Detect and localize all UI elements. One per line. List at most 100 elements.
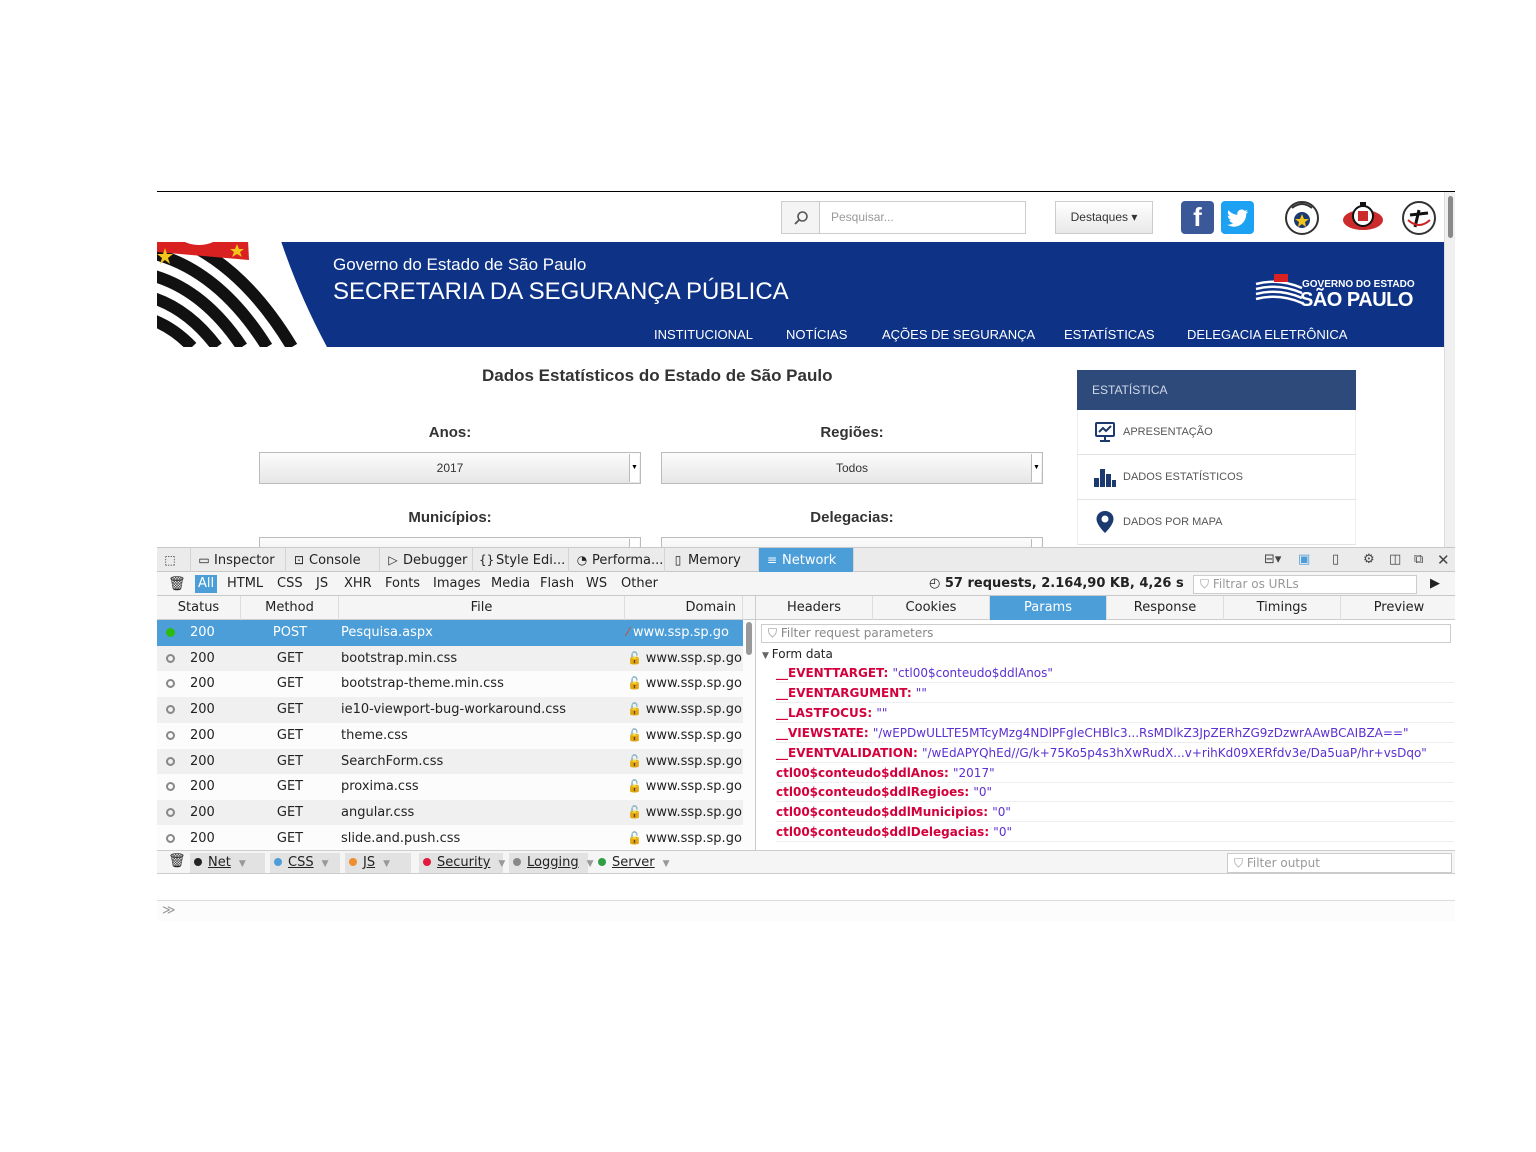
filter-ws[interactable]: WS [583,575,610,593]
filter-media[interactable]: Media [488,575,533,593]
tab-timings[interactable]: Timings [1224,596,1341,620]
request-row[interactable]: 200 GET slide.and.push.css 🔓 www.ssp.sp.go [157,826,743,852]
tab-params[interactable]: Params [990,596,1107,620]
filter-html[interactable]: HTML [224,575,266,593]
form-data-toggle[interactable]: ▼ Form data [762,647,833,661]
console-category-css[interactable]: CSS ▼ [270,853,340,873]
policia-civil-badge-icon[interactable] [1401,200,1437,236]
filter-all[interactable]: All [195,575,218,593]
tab-memory[interactable]: ▯ Memory [665,548,759,572]
insecure-lock-icon: 🔓 [627,804,646,819]
filter-flash[interactable]: Flash [537,575,577,593]
scrollbar-thumb[interactable] [1448,196,1453,238]
output-filter-input[interactable]: ⛉ Filter output [1227,853,1452,873]
element-picker-button[interactable]: ⬚ [157,548,191,572]
policia-militar-badge-icon[interactable] [1284,200,1320,236]
request-row[interactable]: 200 POST Pesquisa.aspx ⁄ www.ssp.sp.go [157,620,743,646]
governo-sp-logo[interactable]: GOVERNO DO ESTADO SÃO PAULO [1254,272,1424,312]
undock-window-icon[interactable]: ⧉ [1414,548,1423,572]
toggle-sidebar-icon[interactable]: ▶ [1427,575,1443,593]
settings-gear-icon[interactable]: ⚙ [1363,548,1375,572]
regioes-select-value: Todos [835,461,869,475]
close-icon[interactable]: ✕ [1437,548,1450,572]
request-list-scrollbar[interactable] [743,620,755,850]
nav-estatisticas[interactable]: ESTATÍSTICAS [1064,327,1155,342]
tab-style-editor[interactable]: {} Style Edi... [473,548,569,572]
filter-fonts[interactable]: Fonts [382,575,423,593]
delegacias-select[interactable]: ▼ [661,537,1043,547]
search-input[interactable]: Pesquisar... [819,201,1026,234]
clear-trash-icon[interactable]: 🗑 [165,575,189,593]
tab-console[interactable]: ⊡ Console [286,548,380,572]
facebook-icon[interactable]: f [1181,201,1214,234]
param-row[interactable]: ctl00$conteudo$ddlAnos: "2017" [776,763,1454,783]
column-method[interactable]: Method [241,596,339,620]
bar-chart-icon [1093,465,1117,489]
param-row[interactable]: ctl00$conteudo$ddlRegioes: "0" [776,782,1454,803]
tab-cookies[interactable]: Cookies [873,596,990,620]
tab-debugger[interactable]: ▷ Debugger [380,548,473,572]
request-file: ie10-viewport-bug-workaround.css [341,702,566,718]
twitter-icon[interactable] [1221,201,1254,234]
request-row[interactable]: 200 GET SearchForm.css 🔓 www.ssp.sp.go [157,748,743,775]
tab-preview[interactable]: Preview [1341,596,1455,620]
request-row[interactable]: 200 GET theme.css 🔓 www.ssp.sp.go [157,723,743,749]
request-row[interactable]: 200 GET proxima.css 🔓 www.ssp.sp.go [157,774,743,800]
param-filter-input[interactable]: ⛉ Filter request parameters [761,624,1451,643]
search-button[interactable] [781,201,820,234]
param-row[interactable]: __VIEWSTATE: "/wEPDwULLTE5MTcyMzg4NDlPFg… [776,723,1454,743]
filter-js[interactable]: JS [313,575,331,593]
tab-response[interactable]: Response [1107,596,1224,620]
category-dot-icon [513,858,521,866]
console-category-security[interactable]: Security ▼ [419,853,505,873]
param-row[interactable]: __EVENTVALIDATION: "/wEdAPYQhEd//G/k+75K… [776,743,1454,763]
request-row[interactable]: 200 GET bootstrap-theme.min.css 🔓 www.ssp.s… [157,671,743,697]
split-console-icon[interactable]: ⊟▾ [1264,548,1281,572]
category-label: Logging [527,855,579,870]
nav-acoes-de-seguranca[interactable]: AÇÕES DE SEGURANÇA [882,327,1035,342]
column-file[interactable]: File [339,596,625,620]
municipios-select[interactable]: ▼ [259,537,641,547]
console-category-server[interactable]: Server ▼ [594,853,670,873]
nav-institucional[interactable]: INSTITUCIONAL [654,327,753,342]
filter-other[interactable]: Other [618,575,661,593]
request-status: 200 [190,779,215,795]
nav-delegacia-eletronica[interactable]: DELEGACIA ELETRÔNICA [1187,327,1347,342]
console-prompt[interactable]: ≫ [162,903,176,918]
param-row[interactable]: __EVENTARGUMENT: "" [776,683,1454,703]
request-row[interactable]: 200 GET bootstrap.min.css 🔓 www.ssp.sp.go [157,645,743,672]
request-row[interactable]: 200 GET angular.css 🔓 www.ssp.sp.go [157,799,743,826]
tab-headers[interactable]: Headers [756,596,873,620]
toggle-panel-icon[interactable]: ▣ [1298,548,1310,572]
console-category-net[interactable]: Net ▼ [190,853,265,873]
sidebar-item-dados-por-mapa[interactable]: DADOS POR MAPA [1077,500,1356,545]
param-row[interactable]: __EVENTTARGET: "ctl00$conteudo$ddlAnos" [776,663,1454,683]
column-domain[interactable]: Domain [625,596,743,620]
responsive-mode-icon[interactable]: ▯ [1332,548,1339,572]
dock-side-icon[interactable]: ◫ [1389,548,1401,572]
tab-network[interactable]: ≡ Network [759,548,854,572]
param-row[interactable]: ctl00$conteudo$ddlMunicipios: "0" [776,802,1454,823]
tab-performance[interactable]: ◔ Performa... [569,548,665,572]
url-filter-input[interactable]: ⛉ Filtrar os URLs [1193,575,1417,594]
tab-inspector[interactable]: ▭ Inspector [191,548,286,572]
console-category-js[interactable]: JS ▼ [345,853,411,873]
param-row[interactable]: ctl00$conteudo$ddlDelegacias: "0" [776,822,1454,843]
regioes-select[interactable]: Todos ▼ [661,452,1043,484]
clear-console-trash-icon[interactable]: 🗑 [165,852,189,870]
anos-select[interactable]: 2017 ▼ [259,452,641,484]
page-scrollbar[interactable] [1444,192,1455,547]
column-status[interactable]: Status [157,596,241,620]
console-category-logging[interactable]: Logging ▼ [509,853,594,873]
destaques-dropdown[interactable]: Destaques ▾ [1055,201,1153,234]
sidebar-item-dados-estatisticos[interactable]: DADOS ESTATÍSTICOS [1077,455,1356,500]
scrollbar-thumb[interactable] [746,622,752,655]
filter-images[interactable]: Images [430,575,484,593]
request-row[interactable]: 200 GET ie10-viewport-bug-workaround.css 🔓 … [157,697,743,723]
filter-xhr[interactable]: XHR [341,575,375,593]
param-row[interactable]: __LASTFOCUS: "" [776,703,1454,723]
sidebar-item-apresentacao[interactable]: APRESENTAÇÃO [1077,410,1356,455]
nav-noticias[interactable]: NOTÍCIAS [786,327,847,342]
filter-css[interactable]: CSS [274,575,306,593]
policia-badge-icon[interactable] [1341,200,1385,236]
